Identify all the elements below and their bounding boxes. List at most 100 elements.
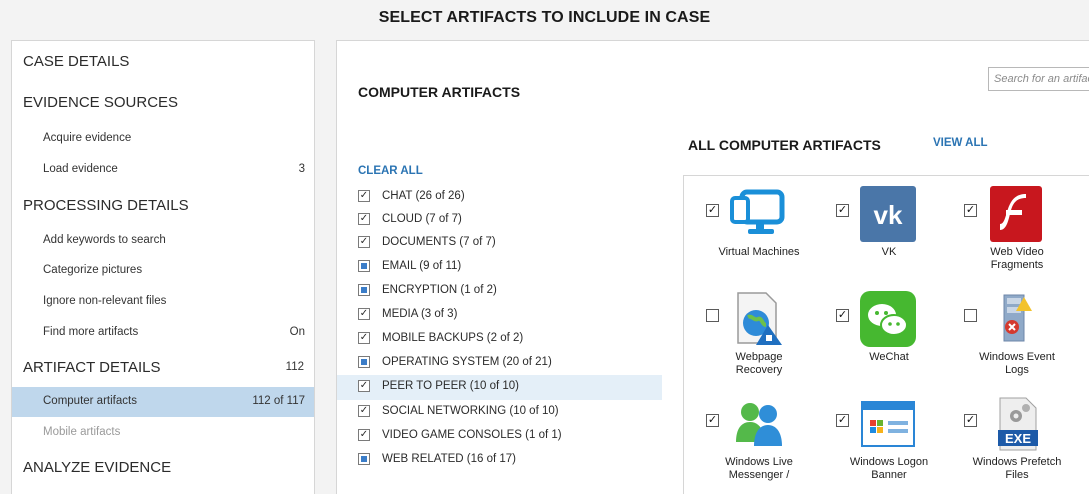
artifact-search[interactable] [988,67,1089,91]
sidebar-item-label: Computer artifacts [43,395,137,407]
sidebar-item-value: 3 [298,163,305,175]
sidebar-item-label: Acquire evidence [43,132,132,144]
category-video-game-consoles[interactable]: VIDEO GAME CONSOLES (1 of 1) [337,424,662,447]
monitor-icon [728,184,788,244]
artifact-details-count: 112 [285,361,304,373]
category-mobile-backups[interactable]: MOBILE BACKUPS (2 of 2) [337,327,662,350]
sidebar-item-label: Find more artifacts [43,326,139,338]
category-checkbox[interactable] [358,453,370,465]
category-checkbox[interactable] [358,356,370,368]
artifact-checkbox[interactable] [964,309,977,322]
sidebar-item-ignore-files[interactable]: Ignore non-relevant files [12,288,314,317]
category-encryption[interactable]: ENCRYPTION (1 of 2) [337,279,662,302]
category-chat[interactable]: CHAT (26 of 26) [337,185,662,208]
artifact-checkbox[interactable] [706,204,719,217]
category-documents[interactable]: DOCUMENTS (7 of 7) [337,231,662,254]
sidebar-item-acquire-evidence[interactable]: Acquire evidence [12,125,314,154]
category-web-related[interactable]: WEB RELATED (16 of 17) [337,448,662,471]
wechat-icon [858,289,918,349]
sidebar-item-categorize-pictures[interactable]: Categorize pictures [12,257,314,286]
artifact-checkbox[interactable] [964,204,977,217]
category-cloud[interactable]: CLOUD (7 of 7) [337,208,662,231]
artifact-checkbox[interactable] [836,414,849,427]
flash-icon [986,184,1046,244]
artifact-label: Webpage Recovery [735,351,783,376]
artifact-tile[interactable]: WeChat [814,281,944,386]
sidebar: CASE DETAILS EVIDENCE SOURCES Acquire ev… [11,40,315,494]
category-checkbox[interactable] [358,260,370,272]
category-checkbox[interactable] [358,380,370,392]
artifact-checkbox[interactable] [706,414,719,427]
sidebar-analyze-evidence[interactable]: ANALYZE EVIDENCE [23,459,303,476]
main-panel: COMPUTER ARTIFACTS CLEAR ALL CHAT (26 of… [336,40,1089,494]
artifact-tile[interactable]: vk VK [814,176,944,281]
artifact-tile[interactable]: Windows Live Messenger / [684,386,814,491]
sidebar-item-label: Add keywords to search [43,234,166,246]
artifact-checkbox[interactable] [706,309,719,322]
artifact-tile[interactable]: EXE Windows Prefetch Files [942,386,1072,491]
sidebar-item-computer-artifacts[interactable]: Computer artifacts 112 of 117 [12,387,314,417]
artifact-checkbox[interactable] [836,309,849,322]
clear-all-link[interactable]: CLEAR ALL [358,165,423,177]
artifact-checkbox[interactable] [964,414,977,427]
sidebar-item-value: On [289,326,305,338]
category-label: DOCUMENTS (7 of 7) [382,236,496,248]
category-checkbox[interactable] [358,308,370,320]
artifact-tile[interactable]: Windows Event Logs [942,281,1072,386]
svg-text:vk: vk [874,200,903,230]
exe-icon: EXE [986,394,1046,454]
sidebar-item-label: Ignore non-relevant files [43,295,167,307]
category-label: MOBILE BACKUPS (2 of 2) [382,332,524,344]
artifact-label: Windows Event Logs [979,351,1055,376]
category-checkbox[interactable] [358,405,370,417]
app-window: SELECT ARTIFACTS TO INCLUDE IN CASE CASE… [0,0,1089,494]
sidebar-processing-details[interactable]: PROCESSING DETAILS [23,197,303,214]
category-operating-system[interactable]: OPERATING SYSTEM (20 of 21) [337,351,662,374]
category-checkbox[interactable] [358,190,370,202]
messenger-icon [728,394,788,454]
category-media[interactable]: MEDIA (3 of 3) [337,303,662,326]
category-peer-to-peer[interactable]: PEER TO PEER (10 of 10) [337,375,662,400]
sidebar-item-label: Load evidence [43,163,118,175]
artifact-label: Web Video Fragments [990,246,1044,271]
artifact-label: Windows Live Messenger / [725,456,793,481]
category-checkbox[interactable] [358,213,370,225]
artifact-label: VK [881,246,897,258]
category-label: WEB RELATED (16 of 17) [382,453,516,465]
page-title: SELECT ARTIFACTS TO INCLUDE IN CASE [378,9,711,26]
category-email[interactable]: EMAIL (9 of 11) [337,255,662,278]
sidebar-item-load-evidence[interactable]: Load evidence 3 [12,156,314,185]
artifact-label: Windows Logon Banner [849,456,929,481]
category-label: SOCIAL NETWORKING (10 of 10) [382,405,559,417]
webpage-recovery-icon [728,289,788,349]
category-label: EMAIL (9 of 11) [382,260,462,272]
category-checkbox[interactable] [358,429,370,441]
category-checkbox[interactable] [358,332,370,344]
category-label: CLOUD (7 of 7) [382,213,462,225]
sidebar-evidence-sources[interactable]: EVIDENCE SOURCES [23,94,303,111]
artifact-checkbox[interactable] [836,204,849,217]
artifact-tile[interactable]: Webpage Recovery [684,281,814,386]
search-input[interactable] [989,68,1089,90]
sidebar-item-value: 112 of 117 [252,395,305,407]
vk-icon: vk [858,184,918,244]
view-all-link[interactable]: VIEW ALL [933,137,988,149]
category-label: OPERATING SYSTEM (20 of 21) [382,356,552,368]
all-artifacts-title: ALL COMPUTER ARTIFACTS [688,137,881,153]
sidebar-item-add-keywords[interactable]: Add keywords to search [12,227,314,256]
sidebar-item-label: Categorize pictures [43,264,143,276]
artifact-tile[interactable]: Virtual Machines [684,176,814,281]
artifact-tile[interactable]: Windows Logon Banner [814,386,944,491]
sidebar-item-mobile-artifacts[interactable]: Mobile artifacts [12,419,314,448]
category-social-networking[interactable]: SOCIAL NETWORKING (10 of 10) [337,400,662,423]
category-checkbox[interactable] [358,284,370,296]
sidebar-artifact-details[interactable]: ARTIFACT DETAILS [23,359,303,376]
sidebar-case-details[interactable]: CASE DETAILS [23,53,303,70]
artifact-label: Windows Prefetch Files [972,456,1062,481]
event-log-icon [986,289,1046,349]
category-label: VIDEO GAME CONSOLES (1 of 1) [382,429,562,441]
category-checkbox[interactable] [358,236,370,248]
artifact-label: WeChat [869,351,909,363]
artifact-tile[interactable]: Web Video Fragments [942,176,1072,281]
sidebar-item-find-more-artifacts[interactable]: Find more artifacts On [12,319,314,348]
